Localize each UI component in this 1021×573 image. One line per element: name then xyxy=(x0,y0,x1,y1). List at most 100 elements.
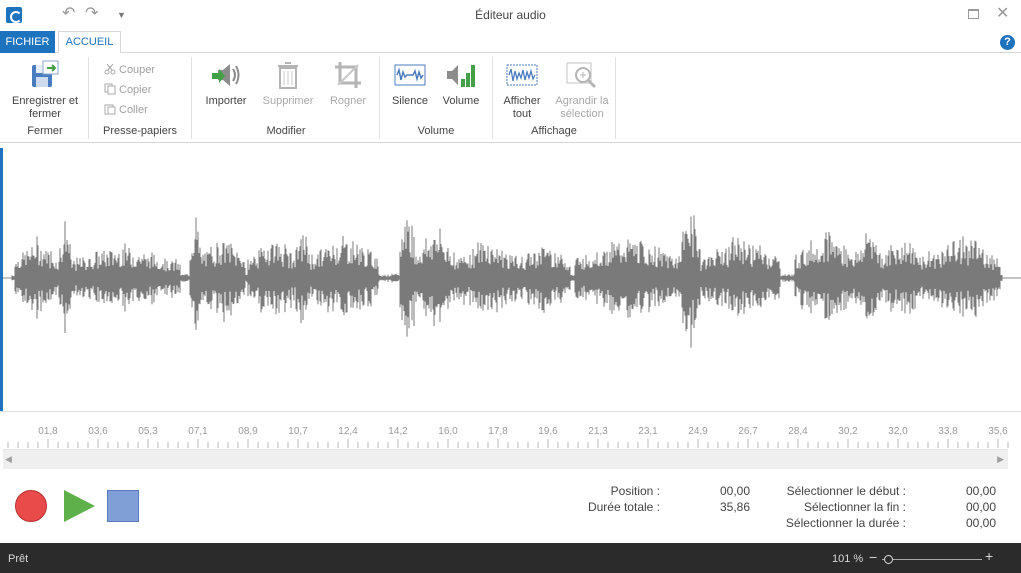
status-text: Prêt xyxy=(8,553,29,565)
scroll-left-arrow-icon[interactable]: ◀ xyxy=(5,454,12,465)
save-close-label: Enregistrer et fermer xyxy=(11,95,79,120)
scissors-icon xyxy=(104,63,116,75)
timeline-tick-label: 19,6 xyxy=(538,426,558,437)
zoom-out-icon[interactable]: − xyxy=(869,549,877,565)
group-label-modifier: Modifier xyxy=(266,125,306,137)
timeline-tick-label: 21,3 xyxy=(588,426,608,437)
stop-button[interactable] xyxy=(107,490,139,522)
copy-button[interactable]: Copier xyxy=(104,81,151,99)
group-label-presse-papiers: Presse-papiers xyxy=(103,125,177,137)
selection-start-label: Sélectionner le début : xyxy=(786,484,906,498)
import-label: Importer xyxy=(205,95,247,107)
volume-button[interactable]: Volume xyxy=(438,59,484,108)
silence-button[interactable]: Silence xyxy=(386,59,434,108)
timeline-tick-label: 26,7 xyxy=(738,426,758,437)
timeline-ruler[interactable]: 01,8 03,6 05,3 07,1 08,9 10,7 12,4 14,2 16,0 17,8… xyxy=(0,411,1021,449)
timeline-tick-label: 17,8 xyxy=(488,426,508,437)
position-label: Position : xyxy=(610,484,660,498)
selection-end-label: Sélectionner la fin : xyxy=(803,500,906,514)
delete-label: Supprimer xyxy=(262,95,314,107)
group-separator xyxy=(191,57,192,139)
group-label-affichage: Affichage xyxy=(531,125,577,137)
total-duration-value: 35,86 xyxy=(719,500,750,514)
copy-label: Copier xyxy=(119,84,152,96)
cut-button[interactable]: Couper xyxy=(104,61,155,79)
zoom-slider-track[interactable] xyxy=(882,559,982,560)
zoom-level: 101 % xyxy=(832,553,864,565)
timeline-tick-label: 08,9 xyxy=(238,426,258,437)
ribbon-tabs: FICHIER ACCUEIL ? xyxy=(0,30,1021,54)
record-button[interactable] xyxy=(15,490,47,522)
timeline-tick-label: 16,0 xyxy=(438,426,458,437)
save-close-icon xyxy=(29,59,61,91)
timeline-tick-label: 35,6 xyxy=(988,426,1008,437)
total-duration-label: Durée totale : xyxy=(587,500,660,514)
timeline-tick-label: 30,2 xyxy=(838,426,858,437)
tab-accueil[interactable]: ACCUEIL xyxy=(58,31,121,54)
paste-icon xyxy=(104,103,116,115)
timeline-tick-label: 28,4 xyxy=(788,426,808,437)
save-and-close-button[interactable]: Enregistrer et fermer xyxy=(6,59,84,121)
group-separator xyxy=(492,57,493,139)
playhead-cursor[interactable] xyxy=(0,148,3,448)
zoom-slider-thumb[interactable] xyxy=(884,555,893,564)
timeline-tick-label: 14,2 xyxy=(388,426,408,437)
group-separator xyxy=(379,57,380,139)
waveform xyxy=(0,215,1021,348)
ribbon: Enregistrer et fermer Fermer Couper Copi… xyxy=(0,53,1021,143)
timeline-tick-label: 10,7 xyxy=(288,426,308,437)
timeline-ticks: 01,8 03,6 05,3 07,1 08,9 10,7 12,4 14,2 16,0 17,8… xyxy=(7,426,1009,448)
volume-label: Volume xyxy=(442,95,480,107)
silence-waveform-icon xyxy=(394,59,426,91)
show-all-button[interactable]: Afficher tout xyxy=(497,59,547,121)
zoom-selection-label: Agrandir la sélection xyxy=(555,95,609,120)
title-bar: ↶ ↷ ▼ Éditeur audio ✕ xyxy=(0,0,1021,30)
timeline-tick-label: 07,1 xyxy=(188,426,208,437)
position-value: 00,00 xyxy=(719,484,750,498)
selection-start-value[interactable]: 00,00 xyxy=(966,484,996,498)
zoom-in-icon[interactable]: + xyxy=(985,548,993,564)
window-title: Éditeur audio xyxy=(475,8,546,22)
waveform-area[interactable] xyxy=(0,145,1021,411)
timeline-tick-label: 01,8 xyxy=(38,426,58,437)
status-bar: Prêt 101 % − + xyxy=(0,543,1021,573)
volume-bars-icon xyxy=(445,59,477,91)
paste-button[interactable]: Coller xyxy=(104,101,148,119)
import-button[interactable]: Importer xyxy=(200,59,252,108)
help-icon[interactable]: ? xyxy=(1000,35,1015,50)
timeline-tick-label: 23,1 xyxy=(638,426,658,437)
selection-duration-label: Sélectionner la durée : xyxy=(785,516,906,530)
silence-label: Silence xyxy=(391,95,429,107)
import-speaker-icon xyxy=(210,59,242,91)
group-label-fermer: Fermer xyxy=(27,125,63,137)
crop-icon xyxy=(332,59,364,91)
play-button[interactable] xyxy=(64,490,95,522)
horizontal-scrollbar[interactable]: ◀ ▶ xyxy=(3,449,1008,469)
timeline-tick-label: 03,6 xyxy=(88,426,108,437)
zoom-selection-icon xyxy=(566,59,598,91)
copy-icon xyxy=(104,83,116,95)
delete-button[interactable]: Supprimer xyxy=(258,59,318,108)
close-icon[interactable]: ✕ xyxy=(996,5,1009,23)
timeline-tick-label: 33,8 xyxy=(938,426,958,437)
group-label-volume: Volume xyxy=(417,125,455,137)
cut-label: Couper xyxy=(119,64,156,76)
selection-end-value[interactable]: 00,00 xyxy=(966,500,996,514)
paste-label: Coller xyxy=(119,104,148,116)
show-all-label: Afficher tout xyxy=(503,95,541,120)
zoom-selection-button[interactable]: Agrandir la sélection xyxy=(551,59,613,121)
scroll-right-arrow-icon[interactable]: ▶ xyxy=(997,454,1004,465)
timeline-tick-label: 32,0 xyxy=(888,426,908,437)
crop-label: Rogner xyxy=(329,95,367,107)
audio-editor-window: ↶ ↷ ▼ Éditeur audio ✕ FICHIER ACCUEIL ? … xyxy=(0,0,1021,573)
maximize-icon[interactable] xyxy=(968,9,979,19)
show-all-icon xyxy=(506,59,538,91)
timeline-tick-label: 24,9 xyxy=(688,426,708,437)
crop-button[interactable]: Rogner xyxy=(324,59,372,108)
timeline-tick-label: 05,3 xyxy=(138,426,158,437)
timeline-tick-label: 12,4 xyxy=(338,426,358,437)
group-separator xyxy=(615,57,616,139)
selection-duration-value[interactable]: 00,00 xyxy=(966,516,996,530)
tab-fichier[interactable]: FICHIER xyxy=(0,31,55,53)
group-separator xyxy=(88,57,89,139)
